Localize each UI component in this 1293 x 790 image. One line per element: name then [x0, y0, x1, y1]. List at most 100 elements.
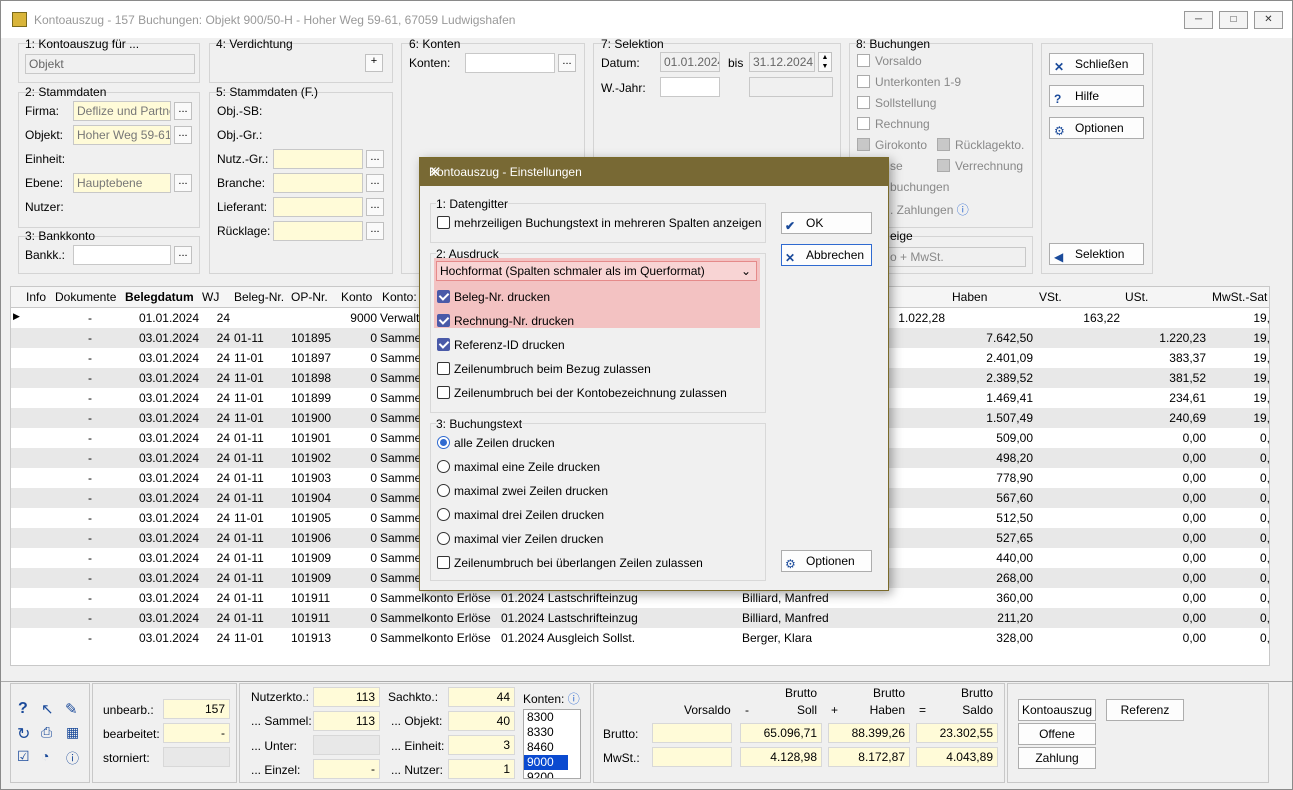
radio-zwei-zeilen[interactable]: maximal zwei Zeilen drucken — [437, 484, 608, 498]
table-row[interactable]: - 03.01.2024 24 01-11 101911 0 Sammelkonto Erl… — [11, 588, 1269, 608]
cursor-icon[interactable]: ↖ — [41, 700, 54, 718]
checkbox-icon[interactable]: ☑ — [17, 748, 30, 765]
dialog-optionen-button[interactable]: ⚙ Optionen — [781, 550, 872, 572]
dialog-close-icon[interactable]: ✕ — [429, 163, 878, 181]
datum-to-field[interactable]: 31.12.2024 — [749, 52, 815, 72]
printer-icon[interactable]: ⎙ — [41, 724, 52, 741]
help-icon: ? — [1054, 92, 1062, 106]
rechnung-checkbox[interactable]: Rechnung — [857, 117, 930, 131]
office-icon[interactable]: ▦ — [66, 724, 79, 741]
maximize-button[interactable]: □ — [1219, 11, 1248, 29]
list-item[interactable]: 8460 — [524, 740, 568, 755]
hilfe-button[interactable]: ? Hilfe — [1049, 85, 1144, 107]
referenz-id-checkbox[interactable]: Referenz-ID drucken — [437, 338, 565, 352]
col-ust[interactable]: USt. — [1125, 290, 1148, 304]
minimize-button[interactable]: ─ — [1184, 11, 1213, 29]
refresh-icon[interactable]: ↻ — [17, 724, 30, 744]
info-icon[interactable]: ⓘ — [568, 692, 580, 706]
firma-field[interactable]: Deflize und Partne — [73, 101, 171, 121]
selektion-button[interactable]: ◀ Selektion — [1049, 243, 1144, 265]
branche-field[interactable] — [273, 173, 363, 193]
radio-vier-zeilen[interactable]: maximal vier Zeilen drucken — [437, 532, 603, 546]
cell-datum: 03.01.2024 — [138, 451, 199, 465]
bankkonto-field[interactable] — [73, 245, 171, 265]
ruecklage-browse-button[interactable]: ... — [366, 222, 384, 240]
ebene-field[interactable]: Hauptebene — [73, 173, 171, 193]
branche-browse-button[interactable]: ... — [366, 174, 384, 192]
col-dokumente[interactable]: Dokumente — [55, 290, 116, 304]
optionen-button[interactable]: ⚙ Optionen — [1049, 117, 1144, 139]
cell-konto: 0 — [370, 511, 377, 525]
table-row[interactable]: - 03.01.2024 24 01-11 101911 0 Sammelkonto Erl… — [11, 608, 1269, 628]
mehrzeilig-checkbox[interactable]: mehrzeiligen Buchungstext in mehreren Sp… — [437, 216, 762, 230]
col-mwst-satz[interactable]: MwSt.-Sat — [1212, 290, 1267, 304]
format-select[interactable]: Hochformat (Spalten schmaler als im Quer… — [436, 261, 757, 281]
rechnung-nr-checkbox[interactable]: Rechnung-Nr. drucken — [437, 314, 574, 328]
radio-alle-zeilen[interactable]: alle Zeilen drucken — [437, 436, 555, 450]
referenz-button[interactable]: Referenz — [1106, 699, 1184, 721]
wjahr-field[interactable] — [660, 77, 720, 97]
verrechnung-checkbox[interactable]: Verrechnung — [937, 159, 1023, 173]
clock-icon[interactable]: ◔ — [41, 748, 49, 764]
col-wj[interactable]: WJ — [202, 290, 219, 304]
umbruch-konto-checkbox[interactable]: Zeilenumbruch bei der Kontobezeichnung z… — [437, 386, 727, 400]
bankkonto-browse-button[interactable]: ... — [174, 246, 192, 264]
table-row[interactable]: - 03.01.2024 24 11-01 101913 0 Sammelkonto Erl… — [11, 628, 1269, 648]
sollstellung-checkbox[interactable]: Sollstellung — [857, 96, 936, 110]
ebene-browse-button[interactable]: ... — [174, 174, 192, 192]
list-item[interactable]: 8330 — [524, 725, 568, 740]
list-item[interactable]: 8300 — [524, 710, 568, 725]
schliessen-button[interactable]: ✕ Schließen — [1049, 53, 1144, 75]
nutzgr-browse-button[interactable]: ... — [366, 150, 384, 168]
col-haben[interactable]: Haben — [952, 290, 987, 304]
umbruch-lange-zeilen-checkbox[interactable]: Zeilenumbruch bei überlangen Zeilen zula… — [437, 556, 703, 570]
girokonto-checkbox[interactable]: Girokonto — [857, 138, 927, 152]
konten-browse-button[interactable]: ... — [558, 54, 576, 72]
col-op-nr[interactable]: OP-Nr. — [291, 290, 328, 304]
close-button[interactable]: ✕ — [1254, 11, 1283, 29]
wjahr-select[interactable] — [749, 77, 833, 97]
datum-spinner[interactable]: ▲ ▼ — [818, 52, 832, 72]
beleg-nr-checkbox[interactable]: Beleg-Nr. drucken — [437, 290, 550, 304]
firma-browse-button[interactable]: ... — [174, 102, 192, 120]
col-belegdatum[interactable]: Belegdatum — [125, 290, 194, 304]
lieferant-browse-button[interactable]: ... — [366, 198, 384, 216]
col-beleg-nr[interactable]: Beleg-Nr. — [234, 290, 284, 304]
offene-posten-button[interactable]: Offene Posten — [1018, 723, 1096, 761]
radio-drei-zeilen[interactable]: maximal drei Zeilen drucken — [437, 508, 604, 522]
zahlung-button[interactable]: Zahlung — [1018, 747, 1096, 769]
cell-mwst: 0, — [1259, 571, 1270, 585]
add-button[interactable]: + — [365, 54, 383, 72]
pencil-icon[interactable]: ✎ — [65, 700, 78, 718]
ok-button[interactable]: ✔ OK — [781, 212, 872, 234]
list-item[interactable]: 9200 — [524, 770, 568, 778]
col-vst[interactable]: VSt. — [1039, 290, 1062, 304]
col-konto[interactable]: Konto — [341, 290, 372, 304]
col-info[interactable]: Info — [26, 290, 46, 304]
info-icon[interactable]: ⓘ — [66, 748, 79, 767]
datum-from-field[interactable]: 01.01.2024 — [660, 52, 720, 72]
konten-field[interactable] — [465, 53, 555, 73]
konten-listbox[interactable]: 8300 8330 8460 9000 9200 — [523, 709, 581, 779]
ruecklagekto-checkbox[interactable]: Rücklagekto. — [937, 138, 1024, 152]
kontoauszug-button[interactable]: Kontoauszug — [1018, 699, 1096, 721]
objekt-field[interactable]: Hoher Weg 59-61, — [73, 125, 171, 145]
row-selector[interactable]: ▶ — [13, 311, 23, 322]
objekt-browse-button[interactable]: ... — [174, 126, 192, 144]
anzeige-select[interactable]: o + MwSt. — [886, 247, 1026, 267]
ruecklage-field[interactable] — [273, 221, 363, 241]
umbruch-bezug-checkbox[interactable]: Zeilenumbruch beim Bezug zulassen — [437, 362, 651, 376]
list-item[interactable]: 9000 — [524, 755, 568, 770]
cell-konto: 0 — [370, 571, 377, 585]
help-icon[interactable]: ? — [18, 700, 28, 718]
unterkonten-checkbox[interactable]: Unterkonten 1-9 — [857, 75, 961, 89]
group-label: eige — [890, 229, 913, 243]
info-icon[interactable]: ⓘ — [957, 203, 969, 217]
kontoauszug-fuer-select[interactable]: Objekt — [25, 54, 195, 74]
lieferant-field[interactable] — [273, 197, 363, 217]
radio-eine-zeile[interactable]: maximal eine Zeile drucken — [437, 460, 600, 474]
abbrechen-button[interactable]: ✕ Abbrechen — [781, 244, 872, 266]
nutzgr-field[interactable] — [273, 149, 363, 169]
col-konto-name[interactable]: Konto: — [382, 290, 417, 304]
vorsaldo-checkbox[interactable]: Vorsaldo — [857, 54, 922, 68]
